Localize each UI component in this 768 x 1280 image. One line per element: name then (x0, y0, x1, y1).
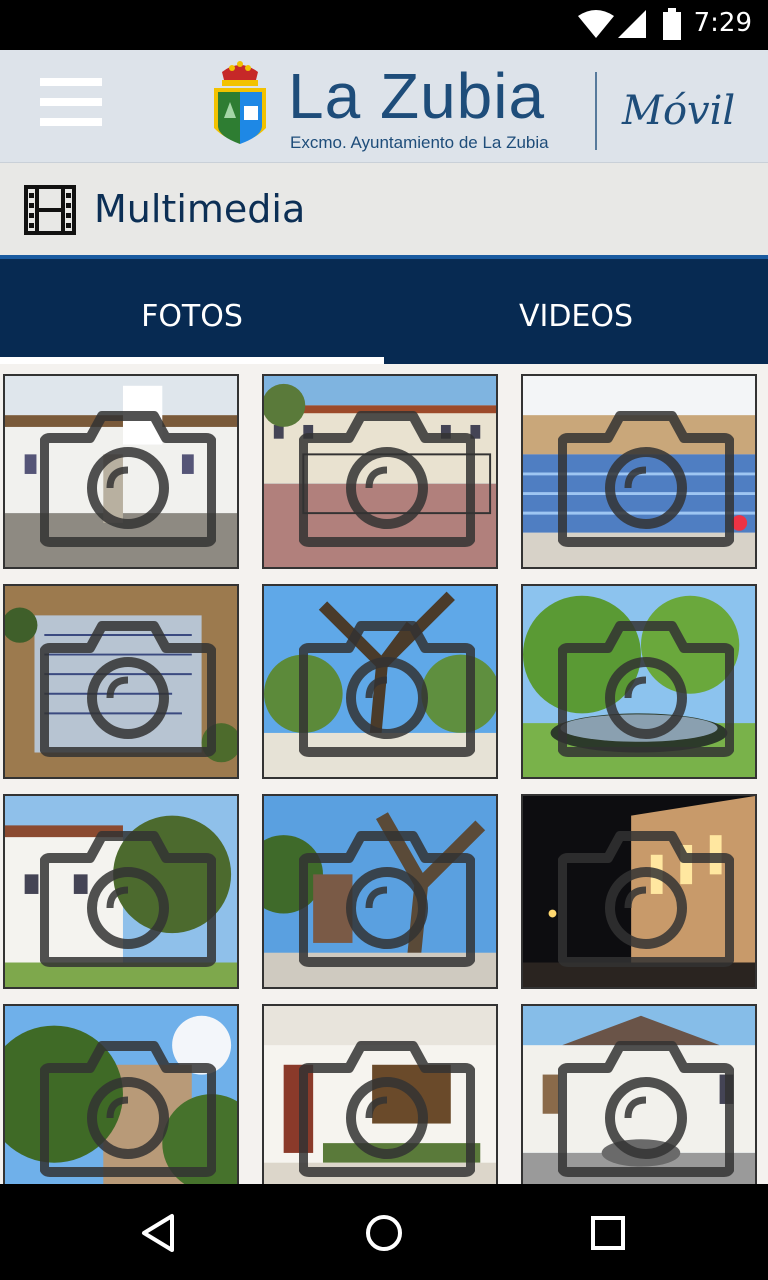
gallery-tile[interactable] (3, 584, 239, 779)
camera-icon (299, 621, 475, 757)
camera-icon (40, 411, 216, 547)
camera-icon (558, 1041, 734, 1177)
logo-title: La Zubia (288, 60, 546, 132)
logo-tag: Móvil (622, 88, 736, 134)
gallery-tile[interactable] (521, 584, 757, 779)
gallery-tile[interactable] (3, 374, 239, 569)
tab-videos[interactable]: VIDEOS (384, 259, 768, 364)
active-tab-indicator (0, 357, 384, 364)
app-header: La Zubia Excmo. Ayuntamiento de La Zubia… (0, 50, 768, 164)
gallery-tile[interactable] (521, 374, 757, 569)
logo-subtitle: Excmo. Ayuntamiento de La Zubia (290, 133, 549, 152)
film-strip-icon (24, 185, 76, 235)
camera-icon (40, 1041, 216, 1177)
status-bar: 7:29 (0, 0, 768, 50)
logo-divider (595, 72, 597, 150)
clock: 7:29 (693, 8, 752, 38)
camera-icon (299, 831, 475, 967)
recents-square-icon[interactable] (583, 1208, 633, 1258)
gallery-tile[interactable] (3, 1004, 239, 1184)
page-title: Multimedia (94, 187, 306, 231)
camera-icon (40, 831, 216, 967)
home-circle-icon[interactable] (359, 1208, 409, 1258)
gallery-tile[interactable] (521, 794, 757, 989)
camera-icon (558, 621, 734, 757)
gallery-tile[interactable] (262, 374, 498, 569)
system-nav-bar (0, 1184, 768, 1280)
town-crest-icon (214, 61, 266, 144)
camera-icon (40, 621, 216, 757)
site-logo[interactable]: La Zubia Excmo. Ayuntamiento de La Zubia… (210, 58, 750, 158)
section-header: Multimedia (0, 163, 768, 255)
hamburger-menu-icon[interactable] (40, 78, 104, 134)
back-triangle-icon[interactable] (134, 1208, 184, 1258)
gallery-tile[interactable] (3, 794, 239, 989)
camera-icon (299, 1041, 475, 1177)
cell-signal-icon (618, 10, 646, 38)
gallery-tile[interactable] (262, 794, 498, 989)
wifi-icon (578, 10, 614, 38)
tab-fotos[interactable]: FOTOS (0, 259, 384, 364)
media-tabs: FOTOS VIDEOS (0, 259, 768, 364)
camera-icon (299, 411, 475, 547)
camera-icon (558, 831, 734, 967)
gallery-tile[interactable] (262, 1004, 498, 1184)
battery-icon (663, 8, 681, 40)
gallery-tile[interactable] (521, 1004, 757, 1184)
photo-gallery (0, 364, 768, 1184)
camera-icon (558, 411, 734, 547)
gallery-tile[interactable] (262, 584, 498, 779)
